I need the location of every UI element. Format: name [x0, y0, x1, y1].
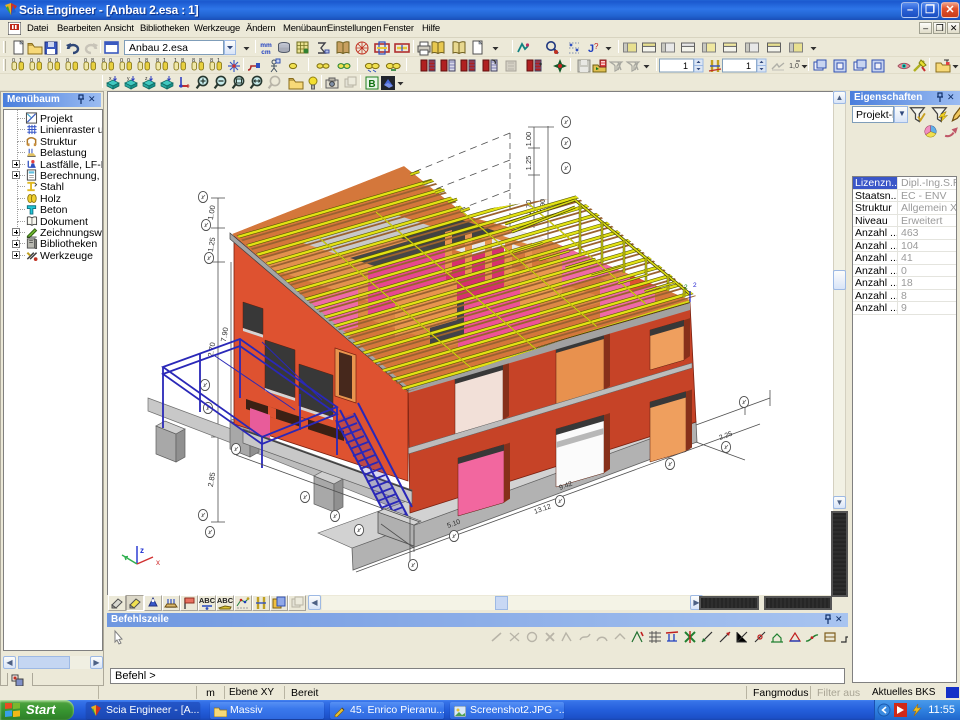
svg-text:?: ?: [594, 42, 599, 51]
svg-text:0: 0: [84, 58, 87, 64]
svg-text:8: 8: [192, 58, 195, 64]
svg-text:8: 8: [210, 58, 213, 64]
svg-text:0: 0: [66, 58, 69, 64]
svg-text:1,0: 1,0: [789, 63, 799, 70]
svg-text:8: 8: [91, 58, 94, 64]
svg-text:ABC: ABC: [217, 596, 233, 605]
svg-text:cm: cm: [261, 49, 271, 56]
svg-text:ABC: ABC: [199, 596, 215, 605]
svg-text:0: 0: [109, 58, 112, 64]
svg-text:8: 8: [145, 58, 148, 64]
svg-text:1: 1: [217, 58, 220, 64]
svg-text:B: B: [368, 79, 375, 90]
svg-text:z: z: [140, 546, 144, 555]
svg-text:2: 2: [693, 282, 697, 289]
svg-text:1.00: 1.00: [206, 205, 217, 221]
svg-text:1.25: 1.25: [206, 237, 217, 253]
svg-text:1.00: 1.00: [524, 132, 533, 147]
svg-text:8: 8: [199, 58, 202, 64]
svg-text:1.25: 1.25: [524, 156, 533, 171]
svg-text:8: 8: [156, 58, 159, 64]
svg-text:1: 1: [683, 61, 688, 71]
svg-text:1: 1: [746, 61, 751, 71]
svg-text:8: 8: [102, 58, 105, 64]
svg-text:mm: mm: [260, 42, 272, 49]
svg-text:8: 8: [181, 58, 184, 64]
svg-text:2.85: 2.85: [206, 472, 217, 488]
svg-text:0: 0: [55, 58, 58, 64]
svg-text:0: 0: [30, 58, 33, 64]
svg-text:0: 0: [120, 58, 123, 64]
svg-text:7.90: 7.90: [219, 327, 230, 343]
svg-text:x: x: [156, 558, 160, 567]
svg-text:0: 0: [127, 58, 130, 64]
svg-text:1: 1: [163, 58, 166, 64]
svg-text:2: 2: [684, 284, 688, 291]
svg-text:1: 1: [138, 58, 141, 64]
svg-text:1: 1: [19, 58, 22, 64]
svg-text:13.12: 13.12: [533, 503, 552, 516]
svg-text:0: 0: [12, 58, 15, 64]
svg-text:1: 1: [174, 58, 177, 64]
svg-text:2.25: 2.25: [718, 431, 733, 442]
svg-text:0: 0: [37, 58, 40, 64]
svg-text:0: 0: [48, 58, 51, 64]
